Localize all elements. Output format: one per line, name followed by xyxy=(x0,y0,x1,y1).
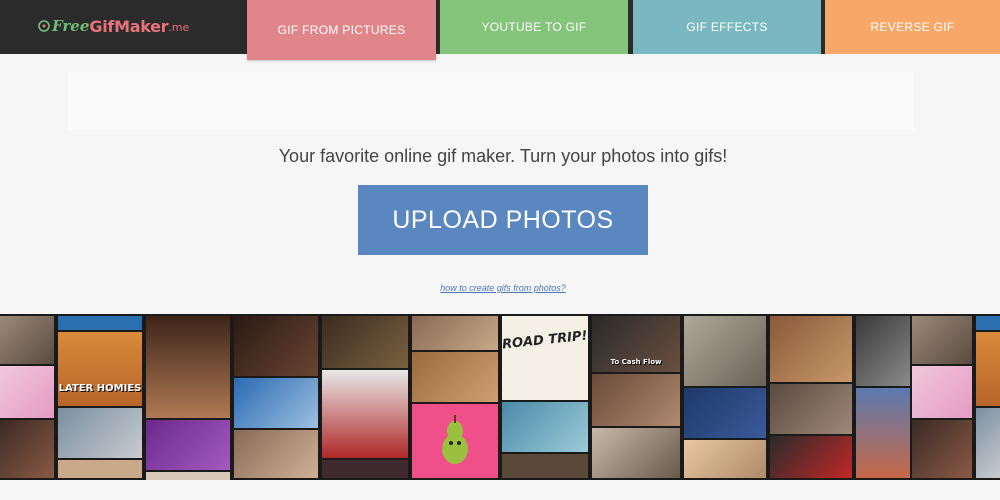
gif-thumbnail[interactable] xyxy=(0,316,54,364)
gif-thumbnail[interactable] xyxy=(146,420,230,470)
gif-thumbnail[interactable] xyxy=(58,316,142,330)
gif-thumbnail[interactable] xyxy=(234,430,318,478)
upload-photos-button[interactable]: UPLOAD PHOTOS xyxy=(358,185,648,255)
how-to-link[interactable]: how to create gifs from photos? xyxy=(0,283,1000,293)
gif-reel-icon xyxy=(38,20,50,32)
gif-thumbnail[interactable] xyxy=(502,402,588,452)
gif-thumbnail-to-cash-flow[interactable]: To Cash Flow xyxy=(592,316,680,372)
gif-thumbnail[interactable] xyxy=(912,316,972,364)
gif-thumbnail[interactable] xyxy=(322,460,408,478)
gif-thumbnail[interactable] xyxy=(592,374,680,426)
gif-thumbnail[interactable] xyxy=(146,316,230,418)
gif-thumbnail[interactable] xyxy=(322,316,408,368)
gif-thumbnail[interactable] xyxy=(976,332,1000,406)
gif-thumbnail[interactable] xyxy=(146,472,230,480)
logo-text-domain: .me xyxy=(168,21,190,34)
gif-thumbnail[interactable] xyxy=(770,436,852,478)
gif-thumbnail[interactable] xyxy=(234,316,318,376)
gif-thumbnail[interactable] xyxy=(976,408,1000,478)
ad-placeholder xyxy=(68,72,914,130)
gif-thumbnail[interactable] xyxy=(0,366,54,418)
gif-thumbnail[interactable] xyxy=(234,378,318,428)
gif-thumbnail[interactable] xyxy=(856,316,910,386)
gif-thumbnail-road-trip[interactable]: ROAD TRIP! xyxy=(502,316,588,400)
gif-thumbnail[interactable] xyxy=(412,352,498,402)
gif-thumbnail[interactable] xyxy=(412,316,498,350)
gif-thumbnail[interactable] xyxy=(412,404,498,478)
later-homies-caption: LATER HOMIES xyxy=(58,383,142,394)
tab-reverse-gif[interactable]: REVERSE GIF xyxy=(825,0,1000,54)
page-bottom-band xyxy=(0,480,1000,500)
gif-thumbnail[interactable] xyxy=(322,370,408,458)
gif-thumbnail[interactable] xyxy=(684,388,766,438)
gif-thumbnail[interactable] xyxy=(502,454,588,478)
tab-gif-from-pictures[interactable]: GIF FROM PICTURES xyxy=(247,0,436,60)
gif-showcase-strip: LATER HOMIES ROAD TRIP! To Cash Flow xyxy=(0,314,1000,480)
gif-thumbnail[interactable] xyxy=(592,428,680,478)
gif-thumbnail[interactable] xyxy=(58,408,142,458)
logo-text-gifmaker: GifMaker xyxy=(89,16,169,36)
gif-thumbnail[interactable] xyxy=(684,316,766,386)
to-cash-flow-caption: To Cash Flow xyxy=(610,357,662,366)
tab-gif-effects[interactable]: GIF EFFECTS xyxy=(633,0,821,54)
pear-character-icon xyxy=(442,415,468,464)
gif-thumbnail-later-homies[interactable]: LATER HOMIES xyxy=(58,332,142,406)
gif-thumbnail[interactable] xyxy=(770,316,852,382)
gif-thumbnail[interactable] xyxy=(912,420,972,478)
site-logo[interactable]: Free GifMaker .me xyxy=(38,14,189,38)
gif-thumbnail[interactable] xyxy=(58,460,142,478)
gif-thumbnail[interactable] xyxy=(856,388,910,478)
gif-thumbnail[interactable] xyxy=(0,420,54,478)
gif-thumbnail[interactable] xyxy=(976,316,1000,330)
road-trip-caption: ROAD TRIP! xyxy=(502,328,588,352)
gif-thumbnail[interactable] xyxy=(770,384,852,434)
page-tagline: Your favorite online gif maker. Turn you… xyxy=(278,146,728,166)
logo-text-free: Free xyxy=(52,17,90,35)
tab-youtube-to-gif[interactable]: YOUTUBE TO GIF xyxy=(440,0,628,54)
gif-thumbnail[interactable] xyxy=(912,366,972,418)
gif-thumbnail[interactable] xyxy=(684,440,766,478)
